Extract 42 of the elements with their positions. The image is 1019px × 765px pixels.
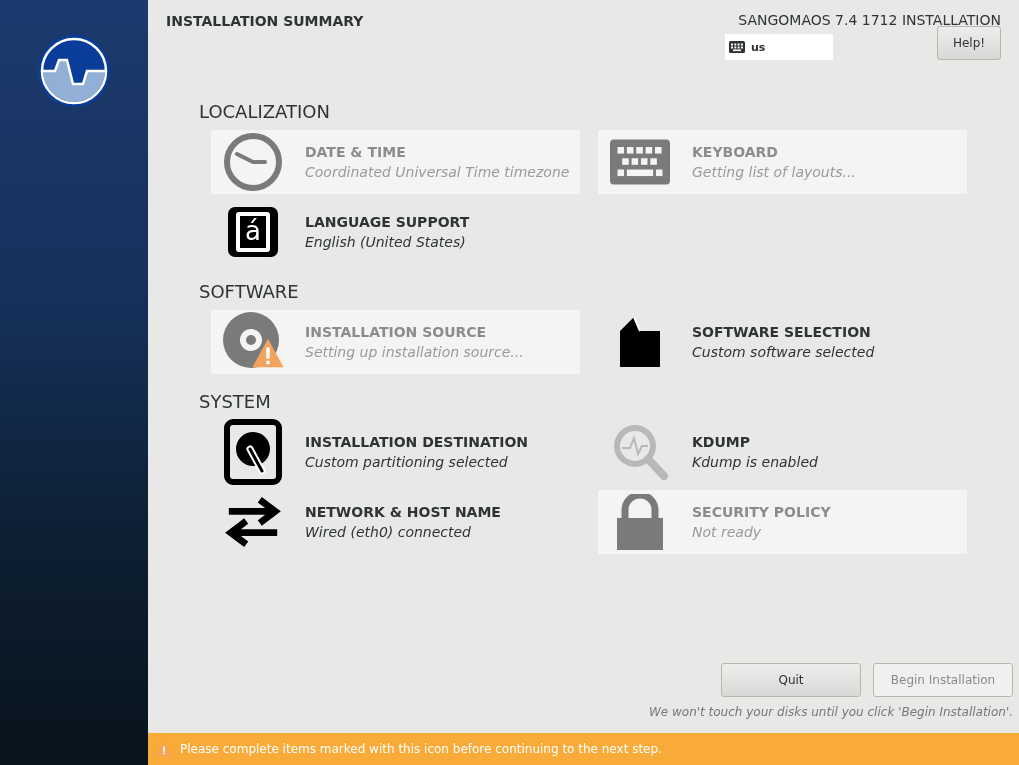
section-heading: SYSTEM (199, 390, 272, 412)
disk-note: We won't touch your disks until you click 'Begin Installation'. (648, 705, 1013, 719)
spoke-title: NETWORK & HOST NAME (305, 504, 501, 520)
spoke-title: SOFTWARE SELECTION (692, 324, 872, 340)
spoke-status: Coordinated Universal Time timezone (305, 164, 570, 180)
keyboard-icon (610, 138, 670, 186)
spoke-status: Setting up installation source... (305, 344, 524, 360)
spoke-title: INSTALLATION DESTINATION (305, 434, 528, 450)
keyboard-layout-label: us (751, 40, 766, 54)
spoke-status: Wired (eth0) connected (305, 524, 472, 540)
help-button[interactable]: Help! (937, 26, 1001, 60)
section-heading: SOFTWARE (199, 280, 300, 302)
spoke-title: DATE & TIME (305, 144, 407, 160)
package-icon (618, 315, 662, 369)
section-heading: LOCALIZATION (199, 100, 331, 122)
spoke-title: SECURITY POLICY (692, 504, 831, 520)
product-title: SANGOMAOS 7.4 1712 INSTALLATION (738, 12, 1001, 28)
page-title: INSTALLATION SUMMARY (166, 12, 364, 31)
spoke-title: LANGUAGE SUPPORT (305, 214, 470, 230)
lock-icon (615, 494, 665, 550)
spoke-title: INSTALLATION SOURCE (305, 324, 488, 340)
quit-button[interactable]: Quit (721, 663, 861, 697)
spoke-status: English (United States) (305, 234, 467, 250)
spoke-status: Kdump is enabled (692, 454, 818, 470)
spoke-status: Not ready (692, 524, 763, 540)
hub-spoke[interactable]: SOFTWARE SELECTION Custom software selected (598, 310, 967, 374)
spoke-title: KEYBOARD (692, 144, 779, 160)
hub-spoke[interactable]: á LANGUAGE SUPPORT English (United States) (211, 200, 580, 264)
language-icon: á (228, 207, 278, 257)
spoke-status: Custom partitioning selected (305, 454, 509, 470)
hub-spoke[interactable]: NETWORK & HOST NAME Wired (eth0) connected (211, 490, 580, 554)
keyboard-icon (729, 41, 745, 53)
clock-icon (223, 132, 283, 192)
hub-spoke[interactable]: INSTALLATION DESTINATION Custom partitioning selected (211, 420, 580, 484)
logo-icon (37, 34, 111, 108)
keyboard-layout-indicator[interactable]: us (725, 34, 833, 60)
spoke-title: KDUMP (692, 434, 752, 450)
hub-spoke[interactable]: KDUMP Kdump is enabled (598, 420, 967, 484)
warning-message: Please complete items marked with this icon before continuing to the next step. (180, 742, 662, 756)
spoke-status: Custom software selected (692, 344, 875, 360)
spoke-status: Getting list of layouts... (692, 164, 856, 180)
warning-icon (156, 741, 172, 757)
